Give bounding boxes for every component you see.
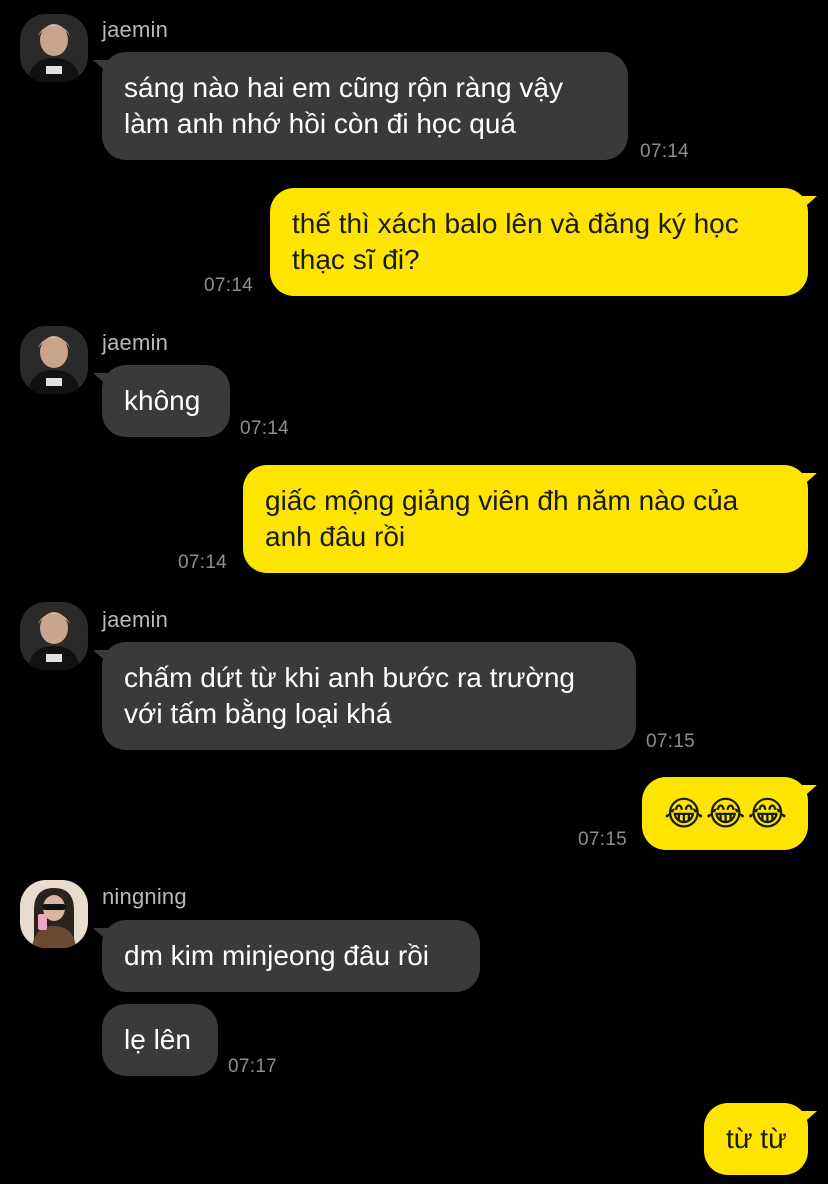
- message-timestamp: 07:14: [240, 418, 290, 439]
- message-bubble[interactable]: chấm dứt từ khi anh bước ra trường với t…: [93, 642, 636, 750]
- sender-name: ningning: [102, 884, 187, 909]
- message-timestamp: 07:17: [228, 1056, 278, 1077]
- message-bubble[interactable]: thế thì xách balo lên và đăng ký học thạ…: [270, 188, 817, 296]
- message-text: giấc mộng giảng viên đh năm nào của: [265, 485, 739, 516]
- message-text: thạc sĩ đi?: [292, 244, 420, 275]
- message-text: không: [124, 385, 201, 416]
- message-bubble[interactable]: 😂😂😂: [642, 777, 817, 850]
- message-text: với tấm bằng loại khá: [124, 698, 392, 729]
- message-bubble[interactable]: không: [93, 365, 230, 437]
- message-bubble[interactable]: sáng nào hai em cũng rộn ràng vậy làm an…: [93, 52, 628, 160]
- message-timestamp: 07:15: [578, 829, 628, 850]
- message-text: làm anh nhớ hồi còn đi học quá: [124, 108, 516, 139]
- message-timestamp: 07:14: [640, 141, 690, 162]
- message-text: dm kim minjeong đâu rồi: [124, 940, 430, 971]
- avatar-ningning-icon[interactable]: [20, 880, 88, 948]
- laughing-emoji-text: 😂😂😂: [664, 794, 790, 833]
- message-text: sáng nào hai em cũng rộn ràng vậy: [124, 72, 563, 103]
- message-bubble[interactable]: dm kim minjeong đâu rồi: [93, 920, 480, 992]
- message-text: anh đâu rồi: [265, 521, 406, 552]
- sender-name: jaemin: [102, 330, 169, 355]
- avatar-jaemin-icon[interactable]: [20, 602, 88, 670]
- message-bubble[interactable]: giấc mộng giảng viên đh năm nào của anh …: [243, 465, 817, 573]
- message-timestamp: 07:14: [204, 275, 254, 296]
- message-text: lẹ lên: [124, 1024, 191, 1055]
- message-timestamp: 07:14: [178, 552, 228, 573]
- message-text: chấm dứt từ khi anh bước ra trường: [124, 662, 575, 693]
- message-text: thế thì xách balo lên và đăng ký học: [292, 208, 739, 239]
- sender-name: jaemin: [102, 17, 169, 42]
- message-bubble[interactable]: từ từ: [704, 1103, 817, 1175]
- message-bubble[interactable]: lẹ lên: [102, 1004, 218, 1076]
- message-text: từ từ: [726, 1123, 787, 1154]
- message-timestamp: 07:15: [646, 731, 696, 752]
- sender-name: jaemin: [102, 607, 169, 632]
- avatar-jaemin-icon[interactable]: [20, 14, 88, 82]
- avatar-jaemin-icon[interactable]: [20, 326, 88, 394]
